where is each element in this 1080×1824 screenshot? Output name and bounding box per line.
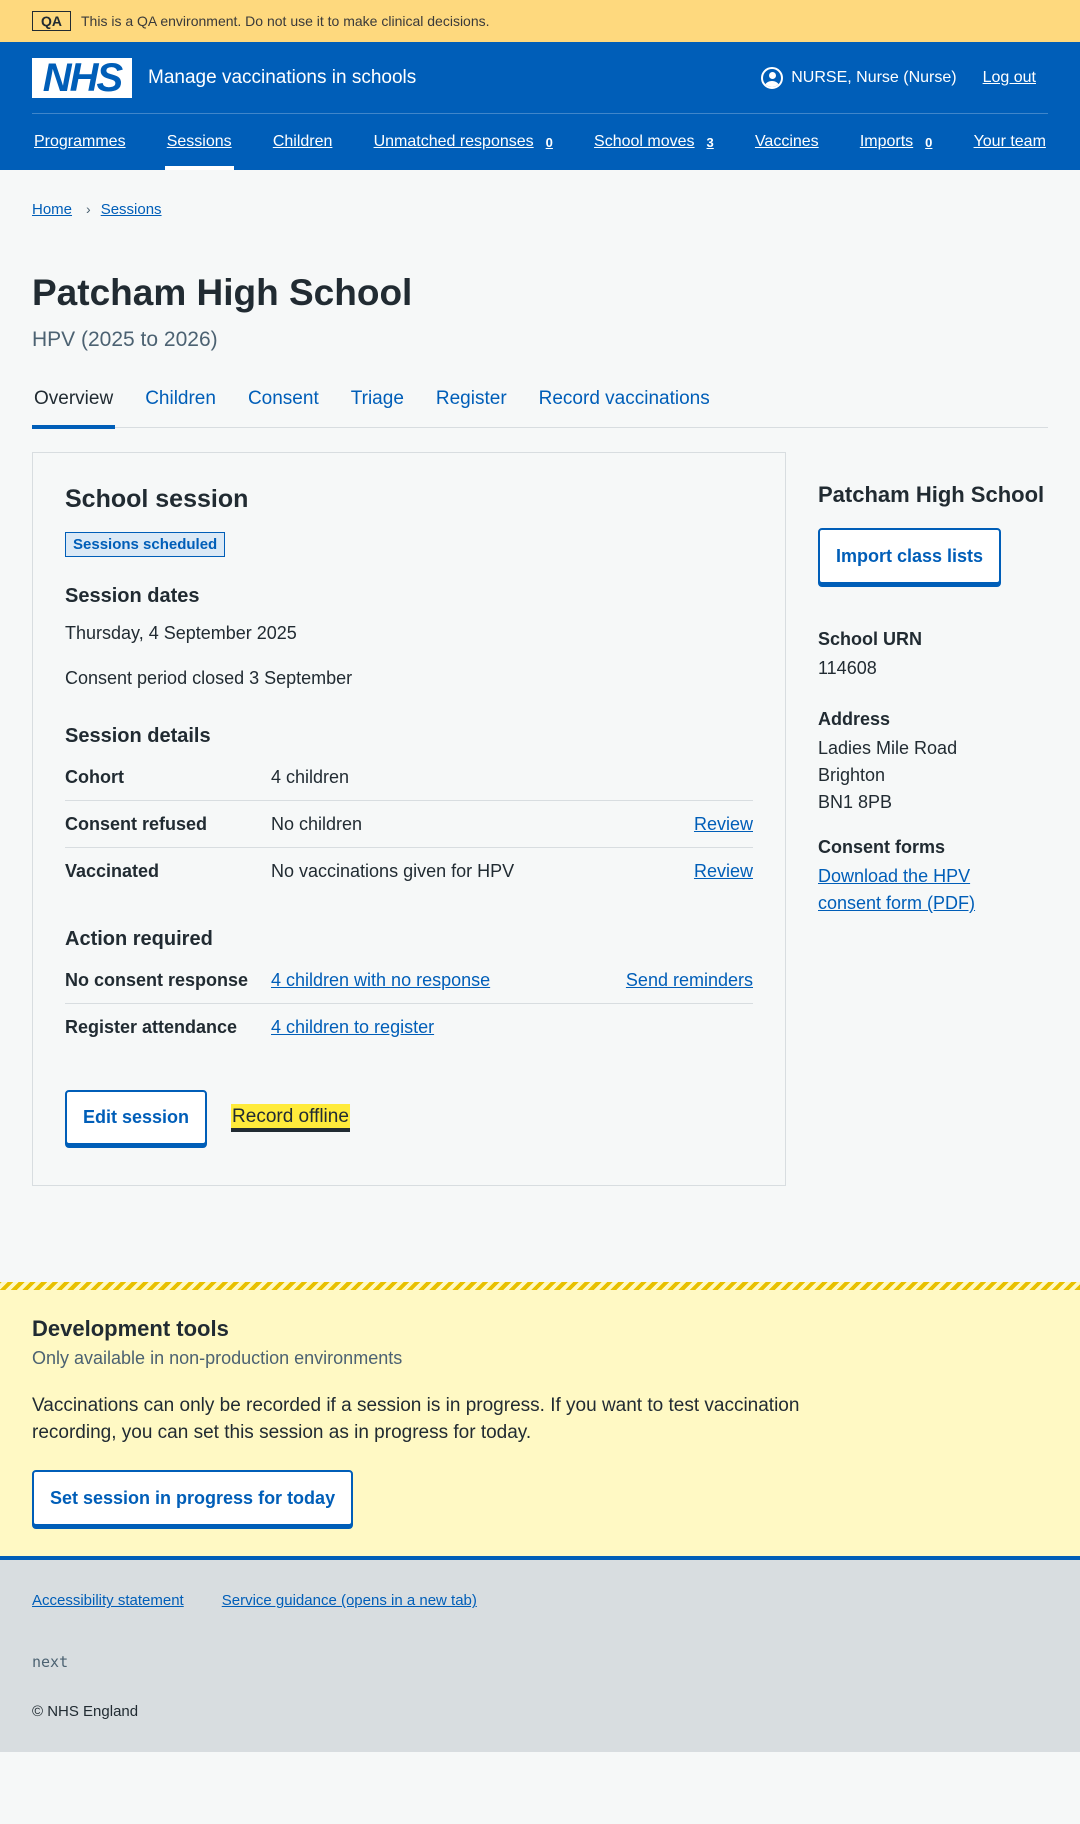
- session-tabs: Overview Children Consent Triage Registe…: [32, 382, 1048, 429]
- sidebar: Patcham High School Import class lists S…: [818, 452, 1048, 1186]
- dev-tools-text: Vaccinations can only be recorded if a s…: [32, 1395, 800, 1443]
- nav-label: Sessions: [166, 133, 232, 150]
- tab-register[interactable]: Register: [434, 382, 509, 428]
- nav-count: 3: [706, 134, 714, 150]
- nav-your-team[interactable]: Your team: [972, 114, 1048, 170]
- user-icon: [761, 66, 784, 89]
- summary-key: Register attendance: [65, 1017, 238, 1038]
- nav-label: Imports: [859, 133, 914, 150]
- header: NHS Manage vaccinations in schools NURSE…: [0, 42, 1080, 170]
- dev-tools-title: Development tools: [32, 1316, 229, 1342]
- nav-label: Programmes: [34, 133, 126, 150]
- set-in-progress-button[interactable]: Set session in progress for today: [32, 1470, 354, 1527]
- school-urn-label: School URN: [818, 629, 923, 649]
- nav-label: Children: [272, 133, 333, 150]
- consent-period: Consent period closed 3 September: [65, 668, 353, 689]
- nav-children[interactable]: Children: [271, 114, 335, 170]
- sidebar-title: Patcham High School: [818, 482, 1045, 507]
- session-details-list: Cohort 4 children Consent refused No chi…: [65, 754, 753, 894]
- chevron-right-icon: ›: [86, 201, 91, 217]
- breadcrumb: Home › Sessions: [0, 170, 1080, 222]
- user-name: NURSE, Nurse (Nurse): [791, 68, 957, 86]
- tab-overview[interactable]: Overview: [32, 382, 116, 429]
- nav-count: 0: [925, 134, 933, 150]
- summary-key: Cohort: [65, 766, 124, 787]
- send-reminders-link[interactable]: Send reminders: [626, 967, 753, 993]
- action-required-list: No consent response 4 children with no r…: [65, 957, 753, 1050]
- primary-nav: Programmes Sessions Children Unmatched r…: [0, 114, 1080, 170]
- nhs-logo[interactable]: NHS: [32, 55, 132, 100]
- address-line: Ladies Mile Road: [818, 738, 958, 758]
- version-label: next: [32, 1653, 69, 1672]
- qa-banner-text: This is a QA environment. Do not use it …: [81, 13, 490, 29]
- summary-key: Vaccinated: [65, 860, 160, 881]
- nav-label: School moves: [594, 133, 695, 150]
- edit-session-button[interactable]: Edit session: [65, 1090, 208, 1146]
- summary-row: No consent response 4 children with no r…: [65, 957, 753, 1005]
- footer: Accessibility statement Service guidance…: [0, 1556, 1080, 1753]
- logout-link[interactable]: Log out: [983, 69, 1036, 87]
- summary-value: 4 children: [271, 766, 350, 787]
- summary-row: Vaccinated No vaccinations given for HPV…: [65, 848, 753, 894]
- to-register-link[interactable]: 4 children to register: [271, 1017, 434, 1037]
- nav-imports[interactable]: Imports 0: [858, 114, 935, 170]
- status-badge: Sessions scheduled: [65, 532, 226, 557]
- summary-value: No children: [271, 813, 363, 834]
- nav-label: Unmatched responses: [373, 133, 534, 150]
- tab-children[interactable]: Children: [143, 382, 218, 428]
- summary-row: Cohort 4 children: [65, 754, 753, 801]
- qa-banner: QA This is a QA environment. Do not use …: [0, 0, 1080, 42]
- copyright: © NHS England: [32, 1703, 139, 1721]
- record-offline-link[interactable]: Record offline: [231, 1103, 350, 1132]
- tab-record-vaccinations[interactable]: Record vaccinations: [537, 382, 712, 428]
- nav-unmatched-responses[interactable]: Unmatched responses 0: [372, 114, 555, 170]
- service-name[interactable]: Manage vaccinations in schools: [148, 67, 416, 89]
- nav-count: 0: [545, 134, 553, 150]
- tab-consent[interactable]: Consent: [246, 382, 321, 428]
- no-response-link[interactable]: 4 children with no response: [271, 970, 490, 990]
- summary-row: Register attendance 4 children to regist…: [65, 1004, 753, 1050]
- address-line: BN1 8PB: [818, 792, 893, 812]
- page-caption: HPV (2025 to 2026): [32, 328, 218, 351]
- summary-row: Consent refused No children Review: [65, 801, 753, 848]
- qa-tag: QA: [32, 11, 71, 31]
- session-dates-heading: Session dates: [65, 585, 200, 607]
- consent-forms-label: Consent forms: [818, 837, 946, 857]
- dev-tools-subtitle: Only available in non-production environ…: [32, 1348, 403, 1369]
- breadcrumb-home[interactable]: Home: [32, 201, 72, 218]
- summary-value: No vaccinations given for HPV: [271, 860, 515, 881]
- page-title: Patcham High School: [32, 272, 413, 313]
- session-details-heading: Session details: [65, 724, 211, 747]
- nav-school-moves[interactable]: School moves 3: [592, 114, 716, 170]
- nav-label: Vaccines: [754, 133, 819, 150]
- accessibility-statement-link[interactable]: Accessibility statement: [32, 1592, 184, 1609]
- import-class-lists-button[interactable]: Import class lists: [818, 528, 1002, 584]
- summary-key: Consent refused: [65, 813, 208, 834]
- school-urn-value: 114608: [818, 658, 877, 678]
- service-guidance-link[interactable]: Service guidance (opens in a new tab): [222, 1592, 477, 1609]
- action-required-heading: Action required: [65, 928, 213, 951]
- nav-programmes[interactable]: Programmes: [32, 114, 128, 170]
- school-session-card: School session Sessions scheduled Sessio…: [32, 452, 786, 1187]
- nhs-logo-text: NHS: [42, 55, 123, 100]
- session-date: Thursday, 4 September 2025: [65, 623, 297, 643]
- nav-sessions[interactable]: Sessions: [164, 114, 234, 170]
- tab-triage[interactable]: Triage: [349, 382, 406, 428]
- development-tools: Development tools Only available in non-…: [0, 1282, 1080, 1557]
- address-line: Brighton: [818, 765, 886, 785]
- address-label: Address: [818, 709, 891, 729]
- review-vaccinated-link[interactable]: Review: [694, 858, 753, 884]
- download-consent-form-link[interactable]: Download the HPV consent form (PDF): [818, 863, 1008, 917]
- nav-label: Your team: [973, 133, 1046, 150]
- card-title: School session: [65, 485, 249, 513]
- breadcrumb-sessions[interactable]: Sessions: [101, 201, 162, 218]
- summary-key: No consent response: [65, 970, 249, 991]
- review-consent-refused-link[interactable]: Review: [694, 811, 753, 837]
- nav-vaccines[interactable]: Vaccines: [753, 114, 821, 170]
